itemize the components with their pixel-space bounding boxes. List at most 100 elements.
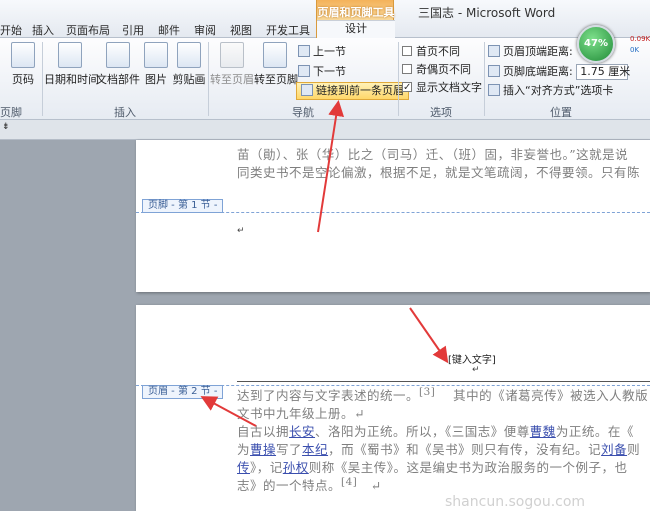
net-upload-speed: 0.09K	[630, 35, 650, 43]
proper-noun: 刘备	[601, 442, 628, 457]
group-label-position: 位置	[550, 106, 572, 119]
show-document-text-label: 显示文档文字	[416, 81, 482, 94]
group-divider	[398, 42, 399, 116]
proper-noun: 传	[237, 460, 251, 475]
proper-noun: 本纪	[302, 442, 329, 457]
alignment-tab-icon	[488, 84, 500, 96]
body-text-line: 志》的一个特点。[4] ↵	[237, 475, 382, 493]
body-text: 其中的《诸葛亮传》被选入人教版	[453, 388, 649, 403]
context-tab-title: 页眉和页脚工具	[317, 6, 395, 19]
next-section-label: 下一节	[313, 65, 346, 78]
group-label-footer: 页脚	[0, 106, 22, 119]
different-first-page-label: 首页不同	[416, 45, 460, 58]
previous-section-button[interactable]: 上一节	[298, 44, 346, 60]
proper-noun: 长安	[289, 424, 316, 439]
goto-footer-icon	[263, 42, 287, 68]
paragraph-mark-icon: ↵	[237, 226, 245, 236]
body-text: 文书中九年级上册。	[237, 406, 355, 421]
body-text: 则称《吴主传》。这是编史书为政治服务的一个例子，也	[308, 460, 628, 475]
body-text: ，而《蜀书》和《吴书》则只有传，没有纪。记	[328, 442, 602, 457]
footer-from-bottom-control: 页脚底端距离: 1.75 厘米	[488, 64, 630, 80]
page-number-icon	[11, 42, 35, 68]
tab-references[interactable]: 引用	[122, 22, 144, 38]
goto-header-label: 转至页眉	[210, 73, 254, 86]
goto-header-button[interactable]: 转至页眉	[210, 42, 254, 87]
tab-home[interactable]: 开始	[0, 22, 22, 38]
ruler: ⇟	[0, 120, 650, 140]
page-number-button[interactable]: 页码	[8, 42, 38, 87]
footnote-ref[interactable]: [4]	[341, 476, 357, 488]
picture-label: 图片	[145, 73, 167, 86]
tab-review[interactable]: 审阅	[194, 22, 216, 38]
picture-icon	[144, 42, 168, 68]
group-divider	[42, 42, 43, 116]
goto-header-icon	[220, 42, 244, 68]
goto-footer-button[interactable]: 转至页脚	[254, 42, 298, 87]
tab-design[interactable]: 设计	[317, 20, 395, 38]
group-divider	[484, 42, 485, 116]
header-from-top-label: 页眉顶端距离:	[503, 45, 573, 58]
calendar-icon	[58, 42, 82, 68]
zoom-gauge[interactable]: 47%	[577, 25, 615, 63]
header-placeholder-text[interactable]: [键入文字]	[448, 351, 496, 366]
clip-art-icon	[177, 42, 201, 68]
paragraph-mark-icon: ↵	[472, 365, 480, 375]
page-number-label: 页码	[12, 73, 34, 86]
tab-developer[interactable]: 开发工具	[266, 22, 310, 38]
checkbox-box	[402, 64, 412, 74]
clip-art-button[interactable]: 剪贴画	[172, 42, 206, 87]
quick-parts-label: 文档部件	[96, 73, 140, 86]
ribbon-body: 页码 页脚 日期和时间 文档部件 图片 剪贴画 插入 转至页眉 转至页脚 上一节…	[0, 38, 650, 119]
body-text: 、洛阳为正统。所以，《三国志》便尊	[315, 424, 530, 439]
next-section-button[interactable]: 下一节	[298, 64, 346, 80]
clip-art-label: 剪贴画	[172, 73, 206, 86]
header-from-top-control[interactable]: 页眉顶端距离:	[488, 44, 573, 60]
link-to-previous-button[interactable]: 链接到前一条页眉	[296, 82, 409, 100]
tab-page-layout[interactable]: 页面布局	[66, 22, 110, 38]
checkbox-box-checked	[402, 80, 412, 96]
body-text: 为正统。在《	[555, 424, 634, 439]
tab-insert[interactable]: 插入	[32, 22, 54, 38]
footer-bottom-icon	[488, 65, 500, 77]
window-title: 三国志 - Microsoft Word	[418, 6, 556, 20]
previous-section-label: 上一节	[313, 45, 346, 58]
net-download-speed: 0K	[630, 46, 640, 54]
group-divider	[208, 42, 209, 116]
quick-parts-button[interactable]: 文档部件	[96, 42, 140, 87]
footer-section-tag: 页脚 - 第 1 节 -	[142, 199, 224, 213]
body-text: 写了	[276, 442, 303, 457]
goto-footer-label: 转至页脚	[254, 73, 298, 86]
proper-noun: 曹操	[250, 442, 277, 457]
body-text-line: 为曹操写了本纪，而《蜀书》和《吴书》则只有传，没有纪。记刘备则	[237, 439, 640, 458]
insert-alignment-tab-label: 插入“对齐方式”选项卡	[503, 84, 614, 97]
different-first-page-checkbox[interactable]: 首页不同	[402, 44, 460, 60]
header-section-tag: 页眉 - 第 2 节 -	[142, 385, 224, 399]
ruler-marker-icon[interactable]: ⇟	[2, 122, 10, 132]
document-page-1[interactable]: 苗（勛）、张（华）比之（司马）迁、（班）固，非妄誉也。”这就是说 同类史书不是空…	[136, 140, 650, 292]
group-label-options: 选项	[430, 106, 452, 119]
body-text: 自古以拥	[237, 424, 290, 439]
tab-view[interactable]: 视图	[230, 22, 252, 38]
show-document-text-checkbox[interactable]: 显示文档文字	[402, 80, 482, 96]
document-page-2[interactable]: [键入文字] ↵ 页眉 - 第 2 节 - 达到了内容与文字表述的统一。[3] …	[136, 305, 650, 511]
picture-button[interactable]: 图片	[142, 42, 170, 87]
link-icon	[301, 84, 313, 96]
footer-from-bottom-input[interactable]: 1.75 厘米	[576, 64, 630, 80]
body-text: 志》的一个特点。	[237, 478, 342, 493]
footer-from-bottom-label: 页脚底端距离:	[503, 65, 573, 78]
footnote-ref[interactable]: [3]	[419, 386, 435, 398]
next-section-icon	[298, 65, 310, 77]
tab-mailings[interactable]: 邮件	[158, 22, 180, 38]
insert-alignment-tab-button[interactable]: 插入“对齐方式”选项卡	[488, 83, 613, 99]
different-odd-even-checkbox[interactable]: 奇偶页不同	[402, 62, 471, 78]
ribbon: 开始 插入 页面布局 引用 邮件 审阅 视图 开发工具 页眉和页脚工具 设计 三…	[0, 0, 650, 120]
body-text: 为	[237, 442, 251, 457]
body-text-line: 文书中九年级上册。↵	[237, 406, 365, 421]
previous-section-icon	[298, 45, 310, 57]
quick-parts-icon	[106, 42, 130, 68]
date-time-button[interactable]: 日期和时间	[44, 42, 99, 87]
watermark: shancun.sogou.com	[445, 494, 586, 510]
tab-bar: 开始 插入 页面布局 引用 邮件 审阅 视图 开发工具 页眉和页脚工具 设计 三…	[0, 0, 650, 38]
date-time-label: 日期和时间	[44, 73, 99, 86]
header-rule	[237, 381, 650, 382]
